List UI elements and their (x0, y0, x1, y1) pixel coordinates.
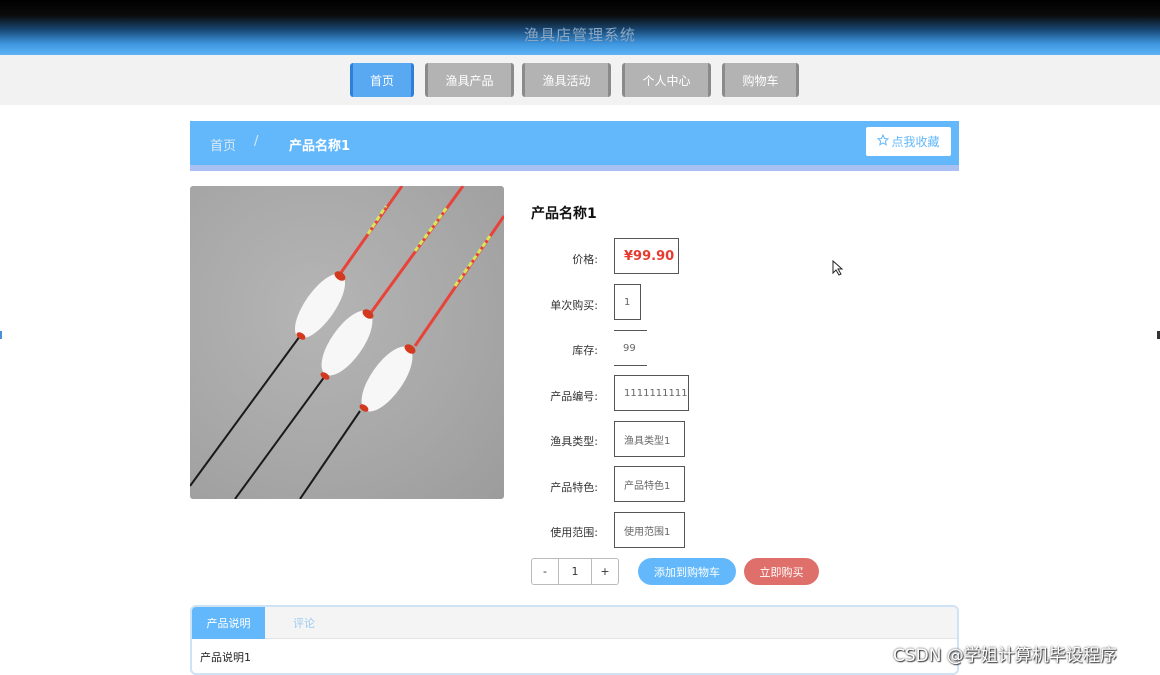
buy-now-button[interactable]: 立即购买 (744, 558, 819, 585)
breadcrumb-current: 产品名称1 (289, 139, 351, 154)
product-code-value: 1111111111 (614, 375, 689, 411)
nav-item-activities[interactable]: 渔具活动 (522, 63, 611, 97)
product-name: 产品名称1 (531, 206, 597, 222)
breadcrumb-separator: / (254, 134, 259, 149)
tab-comments[interactable]: 评论 (274, 607, 334, 639)
quantity-increase-button[interactable]: + (592, 559, 618, 584)
favorite-label: 点我收藏 (891, 135, 940, 149)
tab-content: 产品说明1 (200, 651, 251, 664)
nav-item-cart[interactable]: 购物车 (722, 63, 799, 97)
fishing-float-left (190, 186, 404, 487)
price-value: ¥99.90 (614, 238, 679, 274)
app-title: 渔具店管理系统 (523, 26, 636, 44)
single-purchase-label: 单次购买: (550, 299, 598, 312)
tab-description[interactable]: 产品说明 (192, 607, 265, 639)
add-to-cart-button[interactable]: 添加到购物车 (638, 558, 736, 585)
product-feature-label: 产品特色: (550, 481, 598, 494)
breadcrumb-underline (190, 165, 959, 171)
usage-range-label: 使用范围: (550, 526, 598, 539)
product-code-label: 产品编号: (550, 390, 598, 403)
tackle-type-label: 渔具类型: (550, 435, 598, 448)
favorite-button[interactable]: 点我收藏 (866, 127, 951, 156)
fishing-float-middle (234, 186, 465, 499)
product-image (190, 186, 504, 499)
detail-tabs: 产品说明 评论 产品说明1 (190, 605, 959, 675)
tackle-type-value: 渔具类型1 (614, 421, 685, 457)
stock-label: 库存: (572, 344, 598, 357)
quantity-stepper: - 1 + (531, 558, 619, 585)
nav-item-profile[interactable]: 个人中心 (622, 63, 711, 97)
tabs-header: 产品说明 评论 (192, 607, 957, 639)
nav-item-products[interactable]: 渔具产品 (425, 63, 514, 97)
mouse-cursor-icon (832, 259, 844, 280)
left-edge-marker (0, 331, 2, 339)
breadcrumb-home[interactable]: 首页 (210, 135, 236, 154)
product-feature-value: 产品特色1 (614, 466, 685, 502)
nav-item-home[interactable]: 首页 (350, 63, 414, 97)
quantity-decrease-button[interactable]: - (532, 559, 558, 584)
stock-value: 99 (614, 330, 647, 366)
price-label: 价格: (572, 253, 598, 266)
watermark: CSDN @学姐计算机毕设程序 (893, 646, 1117, 666)
single-purchase-value: 1 (614, 284, 641, 320)
quantity-input[interactable]: 1 (558, 559, 592, 584)
usage-range-value: 使用范围1 (614, 512, 685, 548)
star-outline-icon (877, 133, 890, 149)
